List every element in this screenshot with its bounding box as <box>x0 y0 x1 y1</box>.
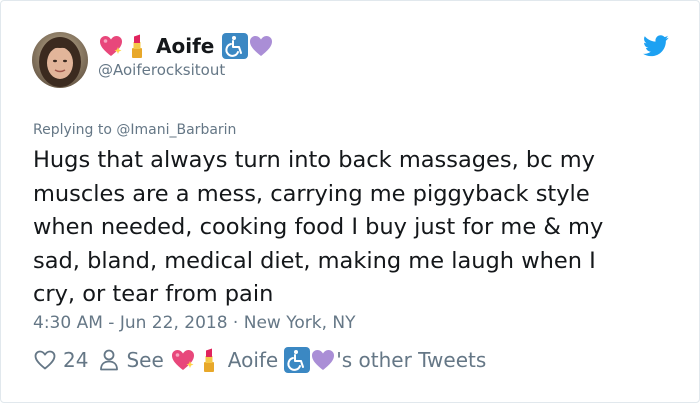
other-tweets-author-name: Aoife <box>227 348 279 372</box>
tweet-text-line: Hugs that always turn into back massages… <box>33 147 595 173</box>
tweet-meta: 4:30 AM - Jun 22, 2018 · New York, NY <box>33 313 356 333</box>
see-label: See <box>126 348 164 372</box>
wheelchair-symbol-icon <box>284 347 311 373</box>
tweet-text-line: cry, or tear from pain <box>33 281 274 307</box>
tweet-location[interactable]: New York, NY <box>244 313 356 333</box>
lipstick-icon <box>124 33 150 59</box>
author-name-line[interactable]: Aoife <box>98 31 274 61</box>
avatar[interactable] <box>32 32 88 88</box>
replying-to-prefix: Replying to <box>33 122 112 138</box>
tweet-time[interactable]: 4:30 AM <box>33 313 103 333</box>
tweet-date[interactable]: Jun 22, 2018 <box>120 313 228 333</box>
like-button[interactable]: 24 <box>33 348 88 372</box>
purple-heart-icon <box>310 347 336 373</box>
purple-heart-icon <box>248 33 274 59</box>
author-handle[interactable]: @Aoiferocksitout <box>98 61 225 79</box>
meta-separator: - <box>102 313 120 333</box>
display-name[interactable]: Aoife <box>156 34 214 58</box>
wheelchair-symbol-icon <box>222 33 249 59</box>
tweet-card: Aoife @Aoiferocksitout Replying to @Iman… <box>0 0 700 403</box>
other-tweets-suffix: 's other Tweets <box>336 348 487 372</box>
tweet-text-line: when needed, cooking food I buy just for… <box>33 214 604 240</box>
lipstick-icon <box>196 347 222 373</box>
heart-outline-icon <box>33 348 57 372</box>
tweet-text-line: muscles are a mess, carrying me piggybac… <box>33 180 590 207</box>
person-outline-icon <box>98 348 120 372</box>
sparkling-heart-icon <box>170 347 196 373</box>
tweet-text-line: sad, bland, medical diet, making me laug… <box>33 247 596 274</box>
tweet-actions: 24 See Aoife 's other Tweets <box>33 345 486 375</box>
tweet-text: Hugs that always turn into back massages… <box>33 144 673 312</box>
twitter-bird-icon[interactable] <box>643 35 669 57</box>
meta-dot: · <box>227 313 244 333</box>
see-other-tweets-link[interactable]: See Aoife 's other Tweets <box>98 347 486 373</box>
like-count: 24 <box>63 348 89 372</box>
replying-to: Replying to @Imani_Barbarin <box>33 122 236 138</box>
sparkling-heart-icon <box>98 33 124 59</box>
reply-handle-link[interactable]: @Imani_Barbarin <box>116 122 236 138</box>
